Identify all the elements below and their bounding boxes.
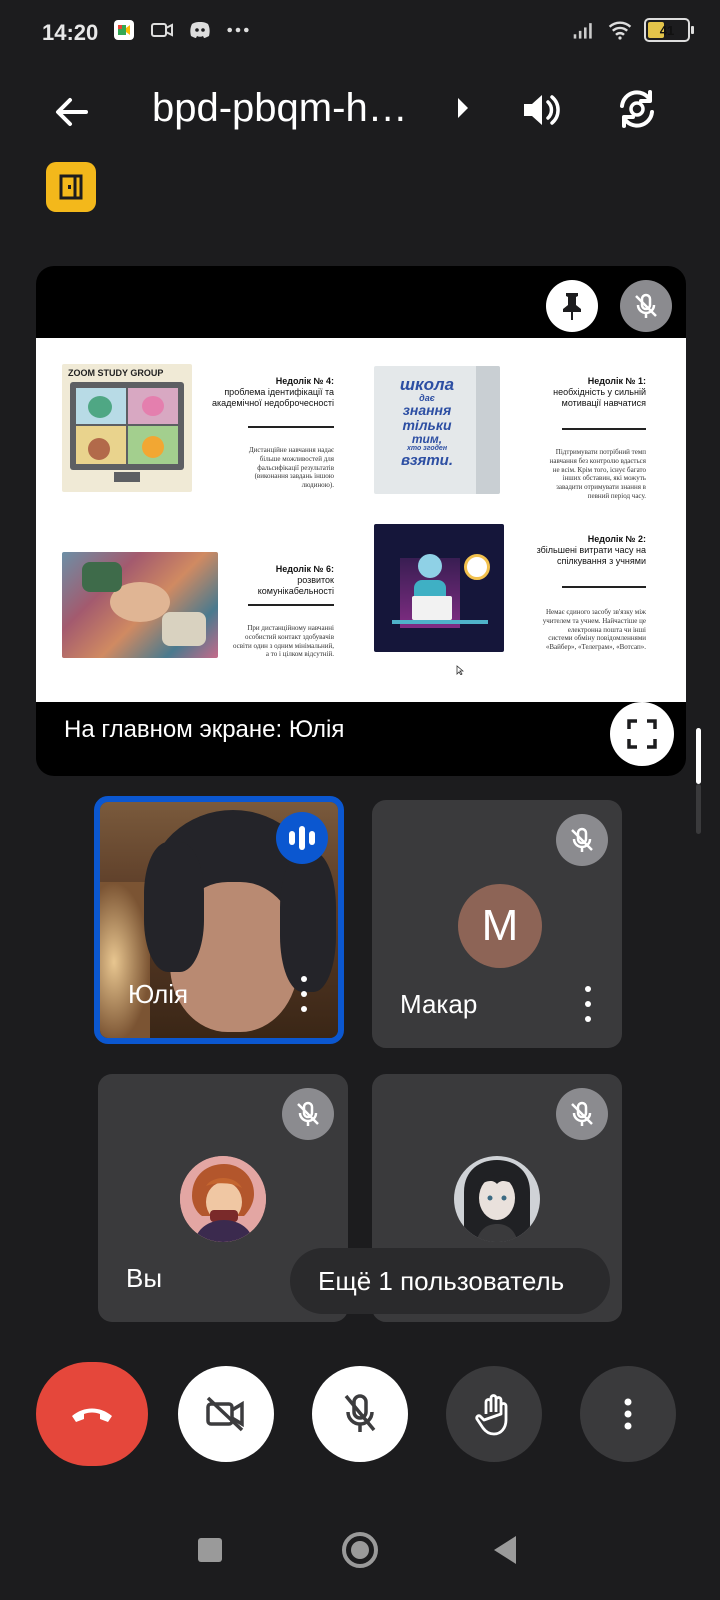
switch-camera-button[interactable] <box>614 86 660 137</box>
presenter-muted-indicator <box>620 280 672 332</box>
meeting-header: bpd-pbqm-h… <box>0 80 720 140</box>
slide-block-2-heading: Недолік № 2: збільшені витрати часу на с… <box>536 534 646 566</box>
status-time: 14:20 <box>42 20 99 45</box>
system-status: 41 <box>572 18 694 42</box>
back-button[interactable] <box>48 88 96 136</box>
wifi-icon <box>608 18 632 42</box>
block-2-subtitle: збільшені витрати часу на спілкування з … <box>536 544 646 566</box>
shared-slide: ZOOM STUDY GROUP Недолік № 4: проблема і… <box>36 338 686 702</box>
school-poster-image: школа дає знання тільки тим, хто згоден … <box>374 366 500 494</box>
poster-line-7: взяти. <box>400 451 454 469</box>
zoom-banner: ZOOM STUDY GROUP <box>68 368 164 378</box>
participant-tile-makar[interactable]: M Макар <box>372 800 622 1048</box>
participant-options-button[interactable] <box>298 976 310 1012</box>
block-4-title: Недолік № 4: <box>275 376 334 386</box>
pin-icon <box>563 293 581 320</box>
block-1-title: Недолік № 1: <box>587 376 646 386</box>
block-6-subtitle: розвиток комунікабельності <box>257 574 334 596</box>
laptop-illustration-image <box>374 524 504 652</box>
back-nav-button[interactable] <box>494 1536 516 1564</box>
home-button[interactable] <box>342 1532 378 1568</box>
system-nav-bar <box>0 1520 720 1590</box>
mouse-cursor-icon <box>456 662 465 680</box>
raise-hand-button[interactable] <box>446 1366 542 1462</box>
end-call-button[interactable] <box>36 1362 148 1466</box>
video-camera-icon <box>150 18 174 42</box>
camera-toggle-button[interactable] <box>178 1366 274 1462</box>
presenter-label: На главном экране: Юлія <box>64 716 345 743</box>
battery-level: 41 <box>659 22 675 38</box>
block-2-title: Недолік № 2: <box>587 534 646 544</box>
block-4-body: Дистанційне навчання надає більше можлив… <box>248 446 334 489</box>
switch-camera-icon <box>620 90 654 128</box>
poster-line-1: школа <box>399 375 455 394</box>
scrollbar-track <box>696 784 701 834</box>
block-6-title: Недолік № 6: <box>275 564 334 574</box>
discord-icon <box>188 18 212 42</box>
more-options-button[interactable] <box>580 1366 676 1462</box>
poster-line-3: знання <box>402 402 452 419</box>
slide-block-6-heading: Недолік № 6: розвиток комунікабельності <box>222 564 334 596</box>
more-notifications-icon <box>226 18 250 42</box>
mic-off-indicator <box>556 814 608 866</box>
status-bar: 14:20 41 <box>0 0 720 70</box>
scrollbar-thumb[interactable] <box>696 728 701 784</box>
mic-off-indicator <box>556 1088 608 1140</box>
more-participants-chip[interactable]: Ещё 1 пользователь <box>290 1248 610 1314</box>
divider <box>562 428 646 430</box>
pin-button[interactable] <box>546 280 598 332</box>
hand-icon <box>475 1394 508 1436</box>
meeting-info-caret-icon[interactable] <box>456 96 470 125</box>
speaker-button[interactable] <box>518 88 562 137</box>
avatar <box>180 1156 266 1242</box>
divider <box>562 586 646 588</box>
fullscreen-icon <box>627 719 657 749</box>
participant-name: Юлія <box>128 979 189 1009</box>
participant-tile-yulia[interactable]: Юлія <box>94 796 344 1044</box>
block-1-body: Підтримувати потрібний темп навчання без… <box>549 448 646 500</box>
door-exit-icon <box>59 174 83 200</box>
battery-icon: 41 <box>644 18 694 42</box>
block-4-subtitle: проблема ідентифікації та академічної не… <box>211 386 334 408</box>
divider <box>248 426 334 428</box>
meeting-code[interactable]: bpd-pbqm-h… <box>152 86 408 131</box>
mic-off-icon <box>635 293 657 318</box>
poster-line-5: тим, <box>411 431 443 446</box>
poster-line-4: тільки <box>402 416 452 433</box>
speaking-indicator <box>276 812 328 864</box>
divider <box>248 604 334 606</box>
mic-off-icon <box>571 1101 593 1126</box>
participant-name: Макар <box>400 989 478 1019</box>
zoom-group-image: ZOOM STUDY GROUP <box>62 364 192 492</box>
phone-hangup-icon <box>72 1408 112 1422</box>
mic-off-icon <box>571 827 593 852</box>
mic-toggle-button[interactable] <box>312 1366 408 1462</box>
block-6-body: При дистанційному навчанні особистий кон… <box>232 624 334 659</box>
signal-icon <box>572 18 596 42</box>
meet-app-icon <box>112 18 136 42</box>
arrow-left-icon <box>56 98 88 126</box>
avatar <box>454 1156 540 1242</box>
block-1-subtitle: необхідність у сильній мотивації навчати… <box>553 386 646 408</box>
more-vert-icon <box>624 1398 632 1430</box>
slide-block-4-heading: Недолік № 4: проблема ідентифікації та а… <box>208 376 334 408</box>
volume-icon <box>524 95 560 125</box>
avatar: M <box>458 884 542 968</box>
notification-icons <box>112 18 250 42</box>
mic-off-indicator <box>282 1088 334 1140</box>
block-2-body: Немає єдиного засобу зв'язку між учителе… <box>542 608 646 651</box>
participant-options-button[interactable] <box>582 986 594 1022</box>
mic-off-icon <box>297 1101 319 1126</box>
participant-name: Вы <box>126 1263 163 1293</box>
fullscreen-button[interactable] <box>610 702 674 766</box>
recents-button[interactable] <box>198 1538 222 1562</box>
leave-room-badge[interactable] <box>46 162 96 212</box>
camera-off-icon <box>206 1396 244 1432</box>
slide-block-1-heading: Недолік № 1: необхідність у сильній моти… <box>536 376 646 408</box>
mic-off-icon <box>344 1394 376 1432</box>
hands-together-image <box>62 552 218 658</box>
presentation-card[interactable]: ZOOM STUDY GROUP Недолік № 4: проблема і… <box>36 266 686 776</box>
